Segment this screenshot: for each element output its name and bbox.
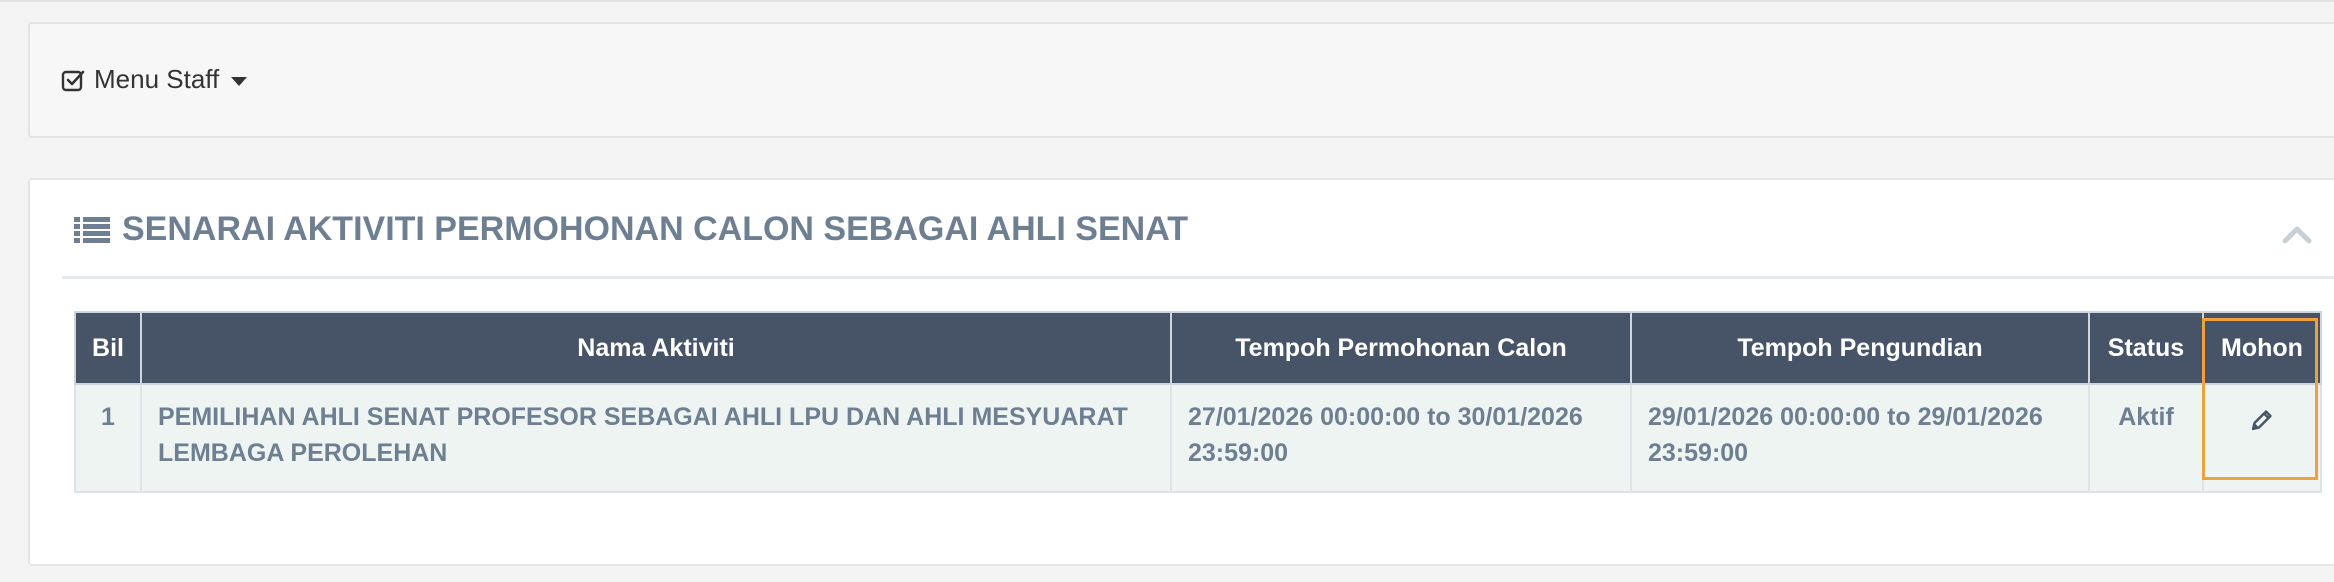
mohon-edit-button[interactable]: [2249, 407, 2275, 443]
header-status: Status: [2088, 311, 2204, 385]
menu-staff-label: Menu Staff: [94, 64, 220, 94]
cell-nama-aktiviti: PEMILIHAN AHLI SENAT PROFESOR SEBAGAI AH…: [140, 383, 1172, 493]
cell-mohon: [2202, 383, 2322, 493]
chevron-up-icon[interactable]: [2282, 222, 2312, 246]
header-tempoh-permohonan: Tempoh Permohonan Calon: [1170, 311, 1632, 385]
caret-down-icon: [231, 77, 248, 86]
panel-title: SENARAI AKTIVITI PERMOHONAN CALON SEBAGA…: [74, 210, 1188, 249]
pencil-icon: [2251, 410, 2272, 431]
header-bil: Bil: [74, 311, 142, 385]
activity-table: Bil Nama Aktiviti Tempoh Permohonan Calo…: [74, 311, 2322, 493]
table-row: 1 PEMILIHAN AHLI SENAT PROFESOR SEBAGAI …: [74, 383, 2322, 493]
title-divider: [62, 276, 2334, 279]
cell-tempoh-permohonan: 27/01/2026 00:00:00 to 30/01/2026 23:59:…: [1170, 383, 1632, 493]
header-mohon: Mohon: [2202, 311, 2322, 385]
check-square-icon: [61, 70, 85, 91]
cell-status: Aktif: [2088, 383, 2204, 493]
table-header-row: Bil Nama Aktiviti Tempoh Permohonan Calo…: [74, 311, 2322, 385]
header-tempoh-pengundian: Tempoh Pengundian: [1630, 311, 2090, 385]
list-icon: [74, 216, 110, 243]
menu-card: [28, 22, 2334, 138]
cell-tempoh-pengundian: 29/01/2026 00:00:00 to 29/01/2026 23:59:…: [1630, 383, 2090, 493]
top-divider: [0, 0, 2334, 2]
menu-staff-dropdown[interactable]: Menu Staff: [60, 64, 248, 95]
panel-title-text: SENARAI AKTIVITI PERMOHONAN CALON SEBAGA…: [122, 210, 1188, 248]
cell-bil: 1: [74, 383, 142, 493]
header-nama-aktiviti: Nama Aktiviti: [140, 311, 1172, 385]
